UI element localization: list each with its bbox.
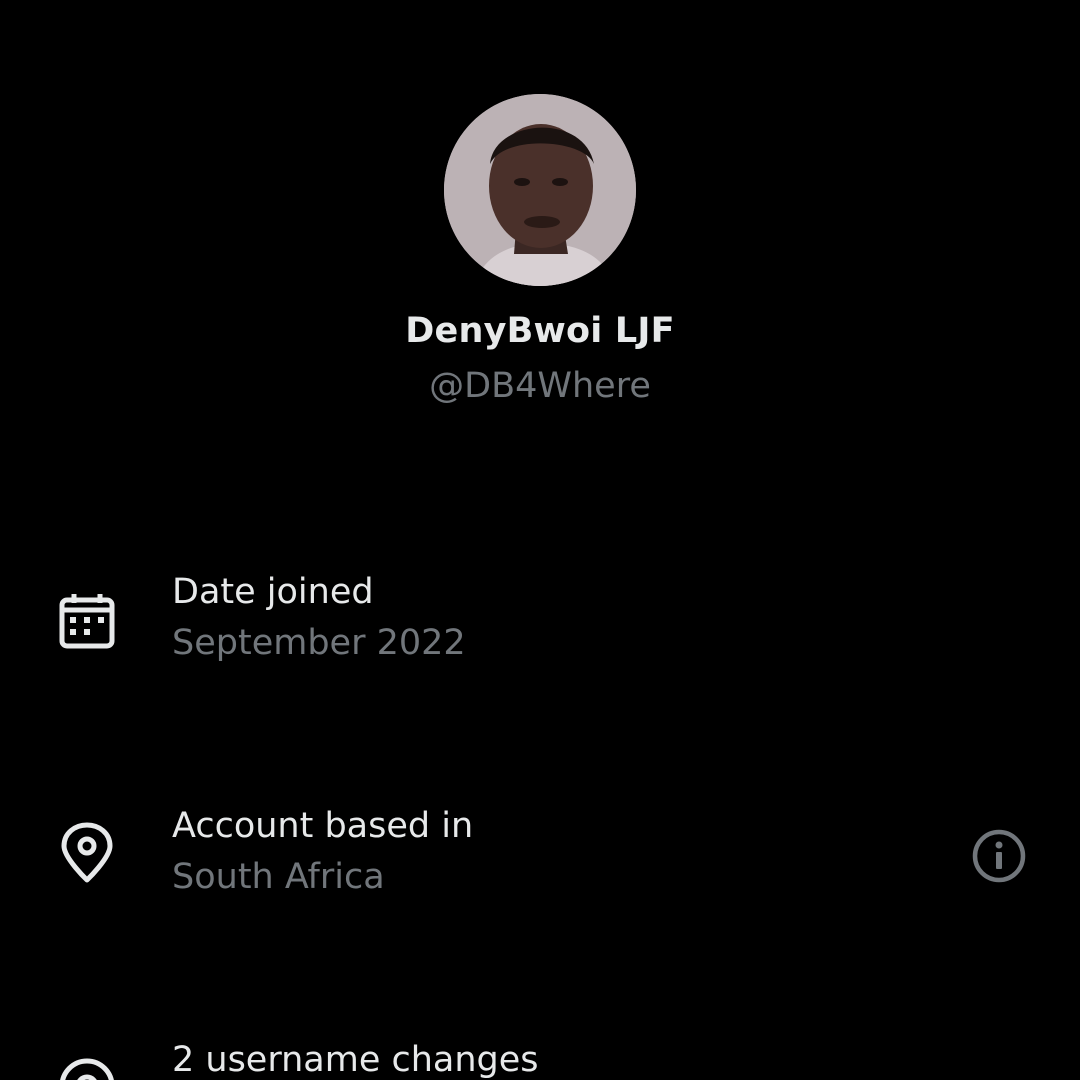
row-title: Date joined xyxy=(172,572,374,612)
display-name: DenyBwoi LJF xyxy=(405,311,675,351)
row-value: September 2022 xyxy=(172,623,466,663)
username-change-icon xyxy=(60,1058,114,1080)
info-icon[interactable] xyxy=(970,827,1028,885)
row-title: 2 username changes xyxy=(172,1040,539,1080)
location-pin-icon xyxy=(61,822,113,883)
username-handle: @DB4Where xyxy=(429,366,651,406)
profile-photo xyxy=(444,94,636,286)
avatar[interactable] xyxy=(444,94,636,286)
row-value: South Africa xyxy=(172,857,385,897)
calendar-icon xyxy=(59,594,115,649)
row-title: Account based in xyxy=(172,806,474,846)
